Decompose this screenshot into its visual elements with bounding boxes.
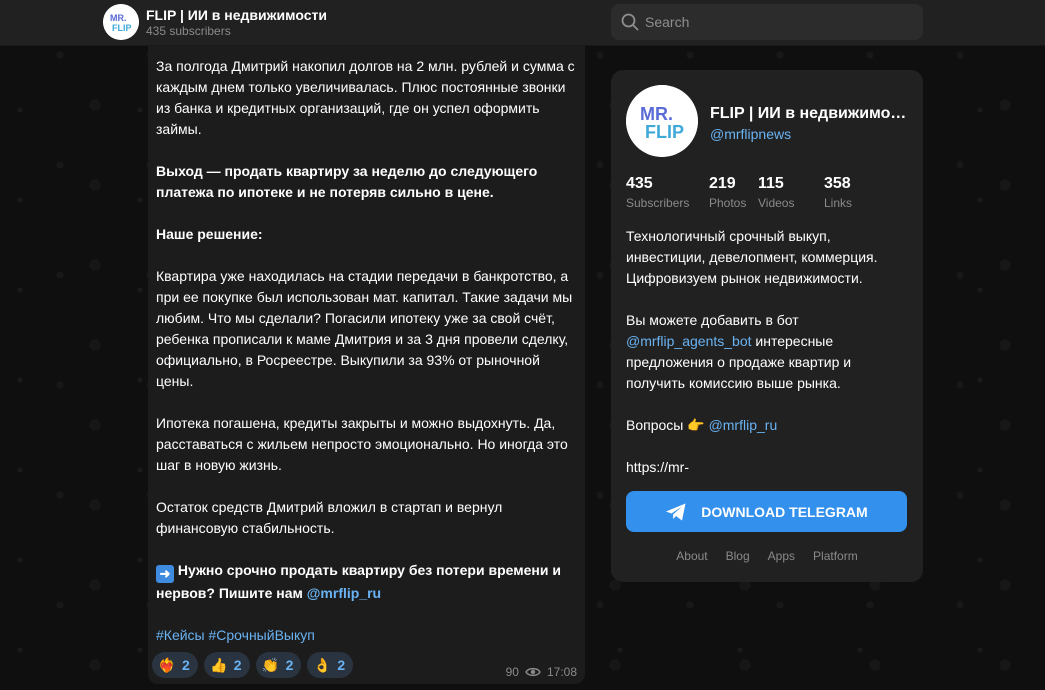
message-paragraph: За полгода Дмитрий накопил долгов на 2 м… bbox=[156, 58, 575, 137]
stat-value: 358 bbox=[824, 175, 851, 192]
message-heading: Наше решение: bbox=[156, 226, 263, 242]
stat-videos: 115 Videos bbox=[758, 175, 824, 210]
stat-label: Videos bbox=[758, 196, 795, 210]
reaction-count: 2 bbox=[182, 657, 190, 673]
stat-label: Links bbox=[824, 196, 853, 210]
flip-logo-icon: MR. FLIP bbox=[103, 4, 139, 40]
svg-text:MR.: MR. bbox=[110, 13, 127, 23]
reaction-count: 2 bbox=[233, 657, 242, 673]
reaction-count: 2 bbox=[285, 657, 294, 673]
message-paragraph: Остаток средств Дмитрий вложил в стартап… bbox=[156, 499, 503, 536]
footer-link-about[interactable]: About bbox=[676, 549, 707, 563]
stat-value: 219 bbox=[709, 175, 736, 192]
reaction-thumbs-up[interactable]: 👍 2 bbox=[203, 652, 250, 678]
heart-fire-icon: ❤️‍🔥 bbox=[158, 657, 176, 673]
svg-text:FLIP: FLIP bbox=[112, 23, 132, 33]
message-paragraph: Ипотека погашена, кредиты закрыты и можн… bbox=[156, 415, 568, 473]
description-paragraph: Технологичный срочный выкуп, инвестиции,… bbox=[626, 228, 878, 286]
footer-link-blog[interactable]: Blog bbox=[726, 549, 750, 563]
hashtags[interactable]: #Кейсы #СрочныйВыкуп bbox=[156, 625, 581, 646]
search-box[interactable] bbox=[611, 4, 923, 40]
clap-icon: 👏 bbox=[261, 657, 280, 673]
message-text: За полгода Дмитрий накопил долгов на 2 м… bbox=[156, 56, 581, 646]
description-paragraph: Вопросы 👉 @mrflip_ru bbox=[626, 415, 911, 436]
channel-avatar[interactable]: MR. FLIP bbox=[103, 4, 139, 40]
download-telegram-button[interactable]: DOWNLOAD TELEGRAM bbox=[626, 491, 907, 532]
stat-label: Subscribers bbox=[626, 196, 690, 210]
message-time: 17:08 bbox=[546, 665, 577, 679]
footer-links: About Blog Apps Platform bbox=[611, 549, 923, 563]
top-bar: MR. FLIP FLIP | ИИ в недвижимости 435 su… bbox=[0, 0, 1045, 46]
channel-title[interactable]: FLIP | ИИ в недвижимости bbox=[146, 7, 327, 23]
message-paragraph: Квартира уже находилась на стадии переда… bbox=[156, 268, 573, 389]
reaction-ok-hand[interactable]: 👌 2 bbox=[307, 652, 354, 678]
search-icon bbox=[621, 13, 639, 31]
panel-channel-title: FLIP | ИИ в недвижимос… bbox=[710, 105, 910, 122]
desc-text: Вопросы 👉 bbox=[626, 417, 709, 433]
reaction-clap[interactable]: 👏 2 bbox=[255, 652, 302, 678]
stat-label: Photos bbox=[709, 196, 747, 210]
svg-text:FLIP: FLIP bbox=[645, 122, 684, 142]
thumbs-up-icon: 👍 bbox=[210, 657, 228, 673]
channel-info-avatar: MR. FLIP bbox=[626, 85, 698, 157]
stat-subscribers: 435 Subscribers bbox=[626, 175, 690, 210]
stat-links: 358 Links bbox=[824, 175, 852, 210]
stat-photos: 219 Photos bbox=[709, 175, 758, 210]
subscriber-count: 435 subscribers bbox=[146, 24, 231, 38]
stat-value: 435 bbox=[626, 175, 653, 192]
mention-link[interactable]: @mrflip_ru bbox=[307, 585, 381, 601]
message-paragraph-bold: Выход — продать квартиру за неделю до сл… bbox=[156, 163, 538, 200]
arrow-right-icon: ➜ bbox=[156, 565, 174, 583]
reaction-count: 2 bbox=[337, 657, 346, 673]
footer-link-apps[interactable]: Apps bbox=[768, 549, 795, 563]
contact-link[interactable]: @mrflip_ru bbox=[709, 417, 778, 433]
message-cta: ➜ Нужно срочно продать квартиру без поте… bbox=[156, 560, 581, 604]
ok-hand-icon: 👌 bbox=[313, 657, 332, 673]
svg-text:MR.: MR. bbox=[640, 104, 673, 124]
view-count: 90 bbox=[505, 665, 519, 679]
bot-link[interactable]: @mrflip_agents_bot bbox=[626, 333, 752, 349]
message-bubble: За полгода Дмитрий накопил долгов на 2 м… bbox=[148, 46, 585, 684]
description-url: https://mr- bbox=[626, 459, 690, 475]
flip-logo-icon: MR. FLIP bbox=[626, 85, 698, 157]
reaction-heart-fire[interactable]: ❤️‍🔥 2 bbox=[152, 652, 198, 678]
footer-link-platform[interactable]: Platform bbox=[813, 549, 858, 563]
desc-text: Вы можете добавить в бот bbox=[626, 312, 799, 328]
search-input[interactable] bbox=[645, 4, 915, 40]
channel-stats: 435 Subscribers 219 Photos 115 Videos 35… bbox=[626, 175, 852, 210]
description-paragraph: Вы можете добавить в бот @mrflip_agents_… bbox=[626, 310, 911, 394]
stat-value: 115 bbox=[758, 175, 784, 192]
reactions-bar: ❤️‍🔥 2 👍 2 👏 2 👌 2 bbox=[152, 652, 354, 678]
channel-username-link[interactable]: @mrflipnews bbox=[710, 126, 791, 142]
download-label: DOWNLOAD TELEGRAM bbox=[701, 503, 868, 520]
telegram-plane-icon bbox=[666, 503, 686, 520]
eye-icon bbox=[525, 667, 541, 677]
channel-description: Технологичный срочный выкуп, инвестиции,… bbox=[626, 226, 911, 478]
channel-info-panel: MR. FLIP FLIP | ИИ в недвижимос… @mrflip… bbox=[611, 70, 923, 582]
message-meta: 90 17:08 bbox=[506, 665, 577, 679]
